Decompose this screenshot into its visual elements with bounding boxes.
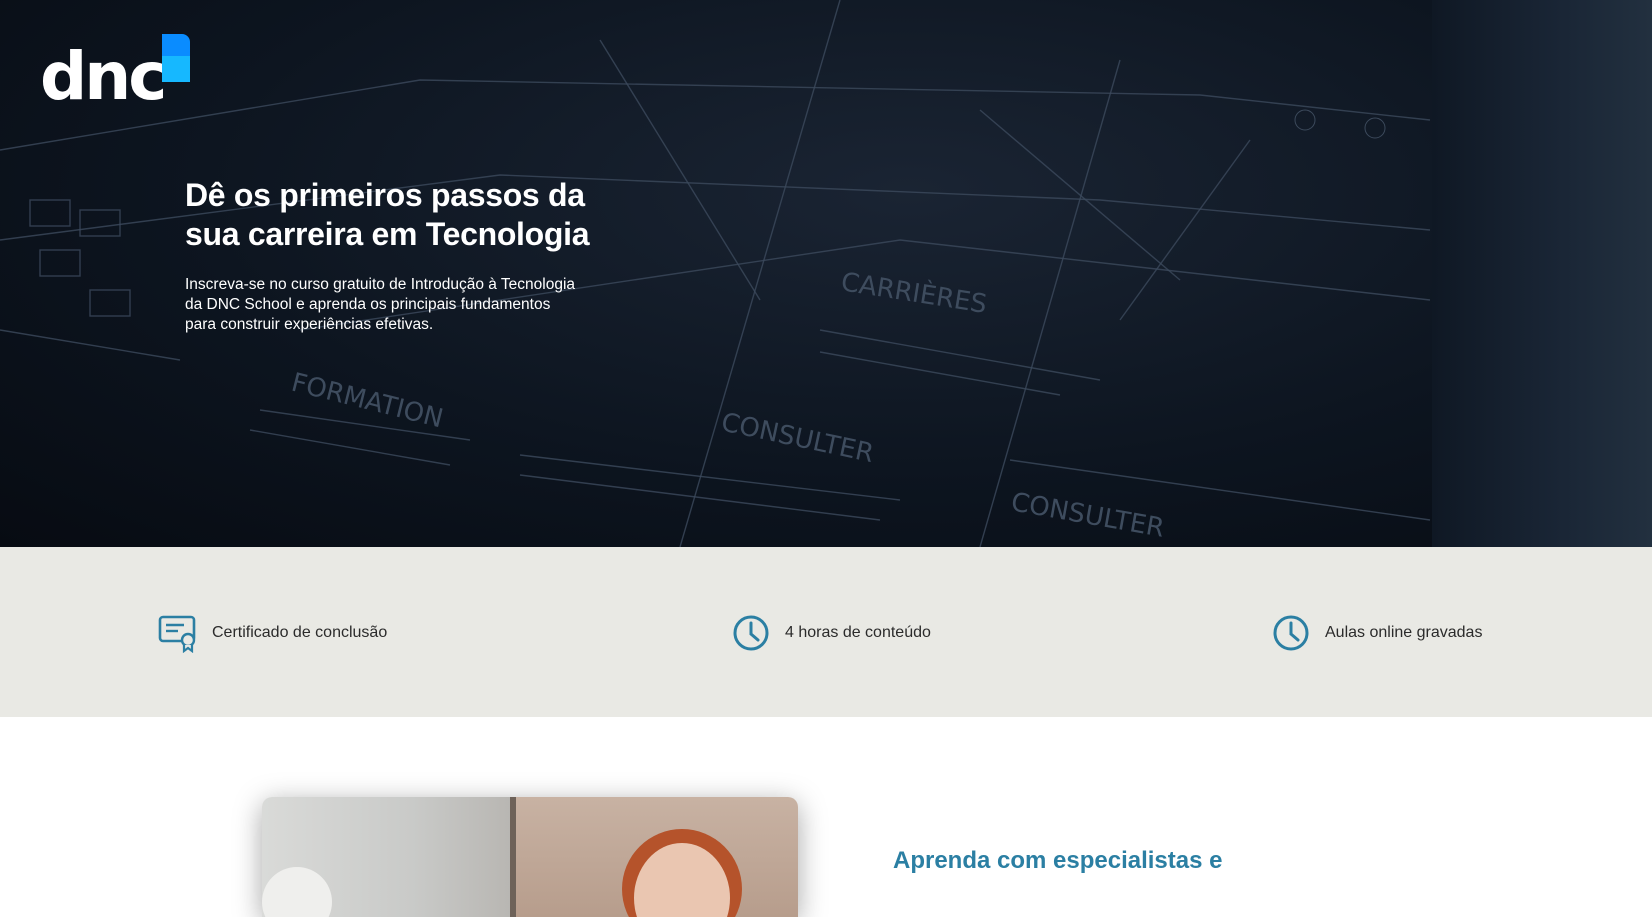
feature-label: Certificado de conclusão xyxy=(212,624,388,641)
hero-section: FORMATION CARRIÈRES CONSULTER CONSULTER … xyxy=(0,0,1652,547)
experts-section: Aprenda com especialistas e xyxy=(0,717,1652,917)
hero-title: Dê os primeiros passos da sua carreira e… xyxy=(185,177,590,252)
certificate-icon xyxy=(158,615,196,653)
dnc-logo[interactable]: dnc xyxy=(40,34,192,112)
feature-duration: 4 horas de conteúdo xyxy=(731,613,931,653)
features-bar: Certificado de conclusão 4 horas de cont… xyxy=(0,547,1652,717)
sketch-word-consulter-2: CONSULTER xyxy=(1009,487,1167,543)
hero-subtitle: Inscreva-se no curso gratuito de Introdu… xyxy=(185,276,576,333)
hero-side-panel xyxy=(1432,0,1652,547)
feature-recorded: Aulas online gravadas xyxy=(1271,613,1482,653)
logo-mark-top xyxy=(162,34,190,56)
clock-icon xyxy=(1273,615,1309,651)
hero-background-sketch: FORMATION CARRIÈRES CONSULTER CONSULTER xyxy=(0,0,1537,547)
feature-label: Aulas online gravadas xyxy=(1325,624,1483,641)
feature-certificate: Certificado de conclusão xyxy=(158,613,387,653)
clock-icon xyxy=(733,615,769,651)
sketch-word-carrieres: CARRIÈRES xyxy=(839,265,989,320)
sketch-word-consulter: CONSULTER xyxy=(719,408,877,470)
instructor-photo xyxy=(262,797,798,917)
logo-wordmark: dnc xyxy=(40,38,167,115)
section-title: Aprenda com especialistas e xyxy=(893,847,1223,874)
sketch-word-formation: FORMATION xyxy=(288,368,446,435)
logo-mark-bottom xyxy=(162,56,190,82)
feature-label: 4 horas de conteúdo xyxy=(785,624,931,641)
